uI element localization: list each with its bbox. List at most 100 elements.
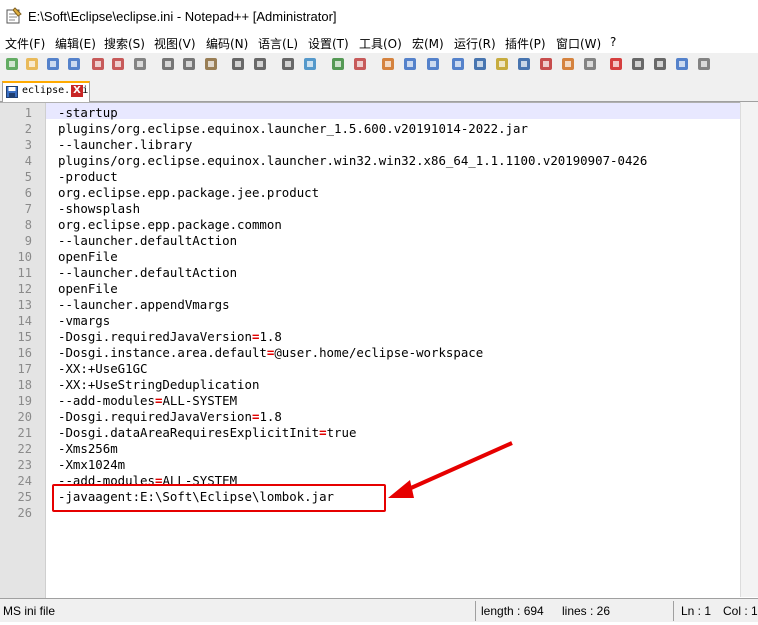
close-icon[interactable] bbox=[90, 56, 106, 72]
line-number: 2 bbox=[24, 122, 32, 136]
code-line[interactable]: 22 -Xms256m bbox=[0, 441, 750, 457]
wrap-icon[interactable] bbox=[425, 56, 441, 72]
undo-icon[interactable] bbox=[230, 56, 246, 72]
save-icon[interactable] bbox=[45, 56, 61, 72]
menu-item-0[interactable]: 文件(F) bbox=[5, 35, 45, 52]
code-line[interactable]: 3 --launcher.library bbox=[0, 137, 750, 153]
find-icon[interactable] bbox=[280, 56, 296, 72]
line-number: 7 bbox=[24, 202, 32, 216]
code-token: plugins/org.eclipse.equinox.launcher.win… bbox=[58, 153, 648, 168]
redo-icon[interactable] bbox=[252, 56, 268, 72]
menu-item-6[interactable]: 设置(T) bbox=[308, 35, 349, 52]
line-text: --launcher.library bbox=[58, 137, 192, 153]
tab-close-button[interactable]: X bbox=[71, 85, 83, 97]
menu-item-8[interactable]: 宏(M) bbox=[412, 35, 444, 52]
code-line[interactable]: 5 -product bbox=[0, 169, 750, 185]
code-line[interactable]: 4 plugins/org.eclipse.equinox.launcher.wi… bbox=[0, 153, 750, 169]
folder-workspace-icon[interactable] bbox=[560, 56, 576, 72]
menu-item-11[interactable]: 窗口(W) bbox=[556, 35, 601, 52]
line-number: 8 bbox=[24, 218, 32, 232]
code-line[interactable]: 19 --add-modules=ALL-SYSTEM bbox=[0, 393, 750, 409]
line-text: -Dosgi.requiredJavaVersion=1.8 bbox=[58, 409, 282, 425]
menu-item-7[interactable]: 工具(O) bbox=[359, 35, 402, 52]
menu-item-2[interactable]: 搜索(S) bbox=[104, 35, 145, 52]
menu-item-9[interactable]: 运行(R) bbox=[454, 35, 496, 52]
udl-icon[interactable] bbox=[494, 56, 510, 72]
save-all-icon[interactable] bbox=[66, 56, 82, 72]
function-list-icon[interactable] bbox=[538, 56, 554, 72]
replace-icon[interactable] bbox=[302, 56, 318, 72]
menu-item-3[interactable]: 视图(V) bbox=[154, 35, 196, 52]
all-chars-icon[interactable] bbox=[450, 56, 466, 72]
play-macro-icon[interactable] bbox=[652, 56, 668, 72]
line-text: -XX:+UseStringDeduplication bbox=[58, 377, 259, 393]
code-line[interactable]: 7 -showsplash bbox=[0, 201, 750, 217]
code-line[interactable]: 13 --launcher.appendVmargs bbox=[0, 297, 750, 313]
save-macro-icon[interactable] bbox=[696, 56, 712, 72]
code-line[interactable]: 16 -Dosgi.instance.area.default=@user.hom… bbox=[0, 345, 750, 361]
code-line[interactable]: 23 -Xmx1024m bbox=[0, 457, 750, 473]
code-token: -Xms256m bbox=[58, 441, 118, 456]
sync-h-icon[interactable] bbox=[402, 56, 418, 72]
code-token: openFile bbox=[58, 249, 118, 264]
code-line[interactable]: 15 -Dosgi.requiredJavaVersion=1.8 bbox=[0, 329, 750, 345]
line-text: openFile bbox=[58, 249, 118, 265]
code-line[interactable]: 8 org.eclipse.epp.package.common bbox=[0, 217, 750, 233]
code-line[interactable]: 17 -XX:+UseG1GC bbox=[0, 361, 750, 377]
zoom-out-icon[interactable] bbox=[352, 56, 368, 72]
code-line[interactable]: 6 org.eclipse.epp.package.jee.product bbox=[0, 185, 750, 201]
line-text: org.eclipse.epp.package.jee.product bbox=[58, 185, 319, 201]
line-number: 24 bbox=[17, 474, 32, 488]
line-text: --launcher.defaultAction bbox=[58, 265, 237, 281]
code-line[interactable]: 10 openFile bbox=[0, 249, 750, 265]
copy-icon[interactable] bbox=[181, 56, 197, 72]
print-icon[interactable] bbox=[132, 56, 148, 72]
editor[interactable]: 1 -startup 2 plugins/org.eclipse.equinox.la… bbox=[0, 102, 758, 598]
line-text: plugins/org.eclipse.equinox.launcher_1.5… bbox=[58, 121, 528, 137]
menu-item-10[interactable]: 插件(P) bbox=[505, 35, 546, 52]
zoom-in-icon[interactable] bbox=[330, 56, 346, 72]
line-number: 14 bbox=[17, 314, 32, 328]
monitor-icon[interactable] bbox=[582, 56, 598, 72]
code-token: openFile bbox=[58, 281, 118, 296]
paste-icon[interactable] bbox=[203, 56, 219, 72]
line-number: 4 bbox=[24, 154, 32, 168]
code-line[interactable]: 18 -XX:+UseStringDeduplication bbox=[0, 377, 750, 393]
cut-icon[interactable] bbox=[160, 56, 176, 72]
code-line[interactable]: 1 -startup bbox=[0, 105, 750, 121]
code-line[interactable]: 11 --launcher.defaultAction bbox=[0, 265, 750, 281]
code-token: -vmargs bbox=[58, 313, 111, 328]
line-number: 16 bbox=[17, 346, 32, 360]
code-token: -XX:+UseStringDeduplication bbox=[58, 377, 260, 392]
line-number: 25 bbox=[17, 490, 32, 504]
new-icon[interactable] bbox=[4, 56, 20, 72]
status-length: length : 694 bbox=[481, 604, 544, 618]
toolbar bbox=[0, 53, 758, 75]
menu-item-1[interactable]: 编辑(E) bbox=[55, 35, 96, 52]
code-line[interactable]: 12 openFile bbox=[0, 281, 750, 297]
tab-bar: eclipse.ini X bbox=[0, 75, 758, 103]
doc-map-icon[interactable] bbox=[516, 56, 532, 72]
code-line[interactable]: 9 --launcher.defaultAction bbox=[0, 233, 750, 249]
menu-item-12[interactable]: ? bbox=[610, 35, 616, 49]
code-token: -product bbox=[58, 169, 118, 184]
line-number: 6 bbox=[24, 186, 32, 200]
code-line[interactable]: 2 plugins/org.eclipse.equinox.launcher_1.… bbox=[0, 121, 750, 137]
code-token: 1.8 bbox=[259, 329, 282, 344]
close-all-icon[interactable] bbox=[110, 56, 126, 72]
open-icon[interactable] bbox=[24, 56, 40, 72]
stop-record-icon[interactable] bbox=[630, 56, 646, 72]
menu-item-4[interactable]: 编码(N) bbox=[206, 35, 248, 52]
tab-eclipse-ini[interactable]: eclipse.ini X bbox=[2, 81, 90, 103]
run-macro-multiple-icon[interactable] bbox=[674, 56, 690, 72]
code-line[interactable]: 21 -Dosgi.dataAreaRequiresExplicitInit=tr… bbox=[0, 425, 750, 441]
sync-v-icon[interactable] bbox=[380, 56, 396, 72]
line-number: 21 bbox=[17, 426, 32, 440]
record-macro-icon[interactable] bbox=[608, 56, 624, 72]
indent-guide-icon[interactable] bbox=[472, 56, 488, 72]
code-line[interactable]: 14 -vmargs bbox=[0, 313, 750, 329]
code-line[interactable]: 20 -Dosgi.requiredJavaVersion=1.8 bbox=[0, 409, 750, 425]
line-number: 3 bbox=[24, 138, 32, 152]
vertical-scrollbar[interactable] bbox=[740, 102, 758, 597]
menu-item-5[interactable]: 语言(L) bbox=[258, 35, 298, 52]
